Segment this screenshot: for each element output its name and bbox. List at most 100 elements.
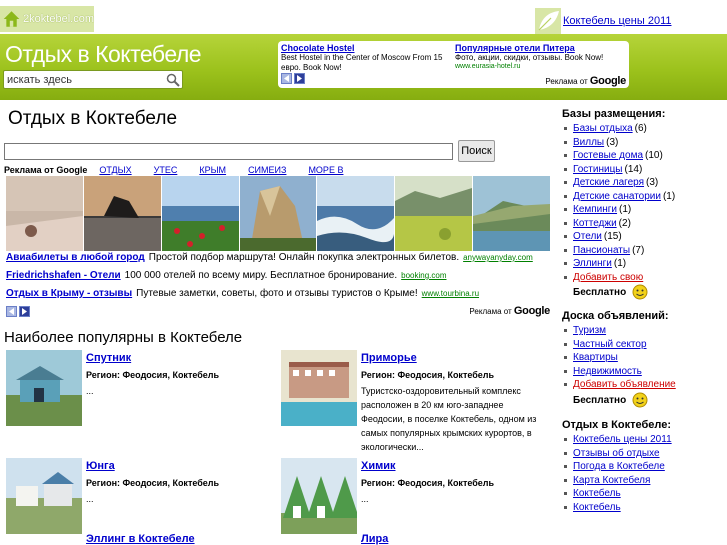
text-ad-url[interactable]: anywayanyday.com <box>463 253 533 262</box>
sidebar-count: (1) <box>613 258 627 270</box>
listing-thumbnail[interactable] <box>6 350 82 426</box>
ads-by-google[interactable]: Реклама от Google <box>469 305 550 317</box>
prices-2011-link[interactable]: Коктебель цены 2011 <box>563 15 672 27</box>
google-logo: Google <box>589 75 626 87</box>
add-base-link[interactable]: Добавить свою <box>573 272 643 283</box>
main-search-input[interactable] <box>4 143 453 160</box>
header-ad-2-url[interactable]: www.eurasia-hotel.ru <box>455 63 625 70</box>
sidebar-item: Отзывы об отдыхе <box>560 447 672 461</box>
sidebar-link[interactable]: Детские санатории <box>573 191 661 202</box>
ads-by-google-label[interactable]: Реклама от Google <box>4 165 87 175</box>
leaf-icon <box>535 8 561 34</box>
text-ad-title[interactable]: Friedrichshafen - Отели <box>6 270 121 281</box>
sidebar-link[interactable]: Кемпинги <box>573 204 617 215</box>
sidebar-item: Гостиницы (14) <box>560 163 675 177</box>
photo-tile[interactable] <box>473 176 551 251</box>
listing-name[interactable]: Приморье <box>361 352 417 364</box>
sidebar-link[interactable]: Коктебель <box>573 502 621 513</box>
sidebar: Базы размещения: Базы отдыха (6) Виллы (3)… <box>556 100 727 545</box>
sidebar-link[interactable]: Погода в Коктебеле <box>573 461 665 472</box>
sidebar-count: (7) <box>632 244 645 256</box>
listing-region: Регион: Феодосия, Коктебель <box>86 370 220 380</box>
text-ad-url[interactable]: www.tourbina.ru <box>422 289 479 298</box>
listing-name[interactable]: Химик <box>361 460 396 472</box>
text-ad-title[interactable]: Отдых в Крыму - отзывы <box>6 288 132 299</box>
text-ads-footer: Реклама от Google <box>6 305 550 319</box>
logo-text: 2koktebel.com <box>23 13 94 25</box>
sidebar-count: (6) <box>634 123 647 135</box>
sidebar-link[interactable]: Отели <box>573 231 602 242</box>
photo-tile[interactable] <box>6 176 83 251</box>
listing-card: Приморье Регион: Феодосия, Коктебель Тур… <box>281 350 551 452</box>
tab-krym[interactable]: КРЫМ <box>199 165 226 175</box>
sidebar-link[interactable]: Гостевые дома <box>573 150 643 161</box>
sidebar-link[interactable]: Коктебель <box>573 488 621 499</box>
smiley-icon <box>632 392 648 408</box>
header-ad-2-title[interactable]: Популярные отели Питера <box>455 43 625 53</box>
text-ad-url[interactable]: booking.com <box>401 271 446 280</box>
listing-desc: ... <box>86 386 94 396</box>
listing-thumbnail[interactable] <box>6 458 82 534</box>
tab-utes[interactable]: УТЕС <box>154 165 178 175</box>
sidebar-link[interactable]: Туризм <box>573 325 606 336</box>
header-ad-1-title[interactable]: Chocolate Hostel <box>281 43 451 53</box>
sidebar-count: (1) <box>662 190 676 202</box>
sidebar-item: Детские санатории (1) <box>560 190 675 204</box>
listing-name-elling[interactable]: Эллинг в Коктебеле <box>86 533 195 545</box>
sidebar-link[interactable]: Недвижимость <box>573 366 642 377</box>
prev-arrow-icon[interactable] <box>281 73 292 84</box>
search-button[interactable]: Поиск <box>458 140 495 162</box>
listing-thumbnail[interactable] <box>281 350 357 426</box>
bases-heading: Базы размещения: <box>562 108 666 120</box>
tab-otdyh[interactable]: ОТДЫХ <box>99 165 131 175</box>
add-ad-link[interactable]: Добавить объявление <box>573 379 676 390</box>
sidebar-link[interactable]: Коктебель цены 2011 <box>573 434 672 445</box>
prev-arrow-icon[interactable] <box>6 306 17 317</box>
listing-name[interactable]: Юнга <box>86 460 115 472</box>
sidebar-link[interactable]: Отзывы об отдыхе <box>573 448 660 459</box>
sidebar-link[interactable]: Детские лагеря <box>573 177 644 188</box>
sidebar-item: Туризм <box>560 324 676 338</box>
listing-name[interactable]: Спутник <box>86 352 131 364</box>
photo-tile[interactable] <box>161 176 239 251</box>
header-search <box>3 70 183 89</box>
site-title[interactable]: Отдых в Коктебеле <box>5 41 202 68</box>
listing-name-lira[interactable]: Лира <box>361 533 388 545</box>
header-search-input[interactable] <box>4 71 164 88</box>
listing-thumbnail[interactable] <box>281 458 357 534</box>
text-ad-title[interactable]: Авиабилеты в любой город <box>6 252 145 263</box>
sidebar-link[interactable]: Виллы <box>573 137 604 148</box>
listing-desc: Туристско-оздоровительный комплекс распо… <box>361 386 537 452</box>
text-ads-nav <box>6 306 30 317</box>
tab-simeiz[interactable]: СИМЕИЗ <box>248 165 286 175</box>
tab-more[interactable]: МОРЕ В <box>308 165 343 175</box>
sidebar-link[interactable]: Пансионаты <box>573 245 630 256</box>
search-icon[interactable] <box>166 73 180 87</box>
sidebar-link[interactable]: Частный сектор <box>573 339 647 350</box>
sidebar-item: Добавить свою <box>560 271 675 285</box>
sidebar-count: (2) <box>618 217 631 229</box>
photo-tile[interactable] <box>83 176 161 251</box>
sidebar-link[interactable]: Коттеджи <box>573 218 617 229</box>
next-arrow-icon[interactable] <box>294 73 305 84</box>
text-ad-body: Путевые заметки, советы, фото и отзывы т… <box>136 288 418 299</box>
sidebar-link[interactable]: Карта Коктебеля <box>573 475 650 486</box>
sidebar-link[interactable]: Гостиницы <box>573 164 623 175</box>
sidebar-link[interactable]: Квартиры <box>573 352 618 363</box>
photo-tile[interactable] <box>317 176 395 251</box>
photo-tile[interactable] <box>239 176 317 251</box>
listing-region: Регион: Феодосия, Коктебель <box>361 370 495 380</box>
sidebar-item: Кемпинги (1) <box>560 203 675 217</box>
sidebar-link[interactable]: Базы отдыха <box>573 123 633 134</box>
text-ad-body: Простой подбор маршрута! Онлайн покупка … <box>148 252 460 263</box>
photo-tile[interactable] <box>395 176 473 251</box>
sidebar-item: Недвижимость <box>560 365 676 379</box>
sidebar-item: Базы отдыха (6) <box>560 122 675 136</box>
text-ads: Авиабилеты в любой город Простой подбор … <box>6 252 550 306</box>
ads-by-google[interactable]: Реклама от Google <box>545 75 626 87</box>
site-logo[interactable]: 2koktebel.com <box>0 6 94 32</box>
text-ad-body: 100 000 отелей по всему миру. Бесплатное… <box>124 270 398 281</box>
next-arrow-icon[interactable] <box>19 306 30 317</box>
sidebar-link[interactable]: Эллинги <box>573 258 612 269</box>
bases-list: Базы отдыха (6) Виллы (3) Гостевые дома (10… <box>560 122 675 284</box>
